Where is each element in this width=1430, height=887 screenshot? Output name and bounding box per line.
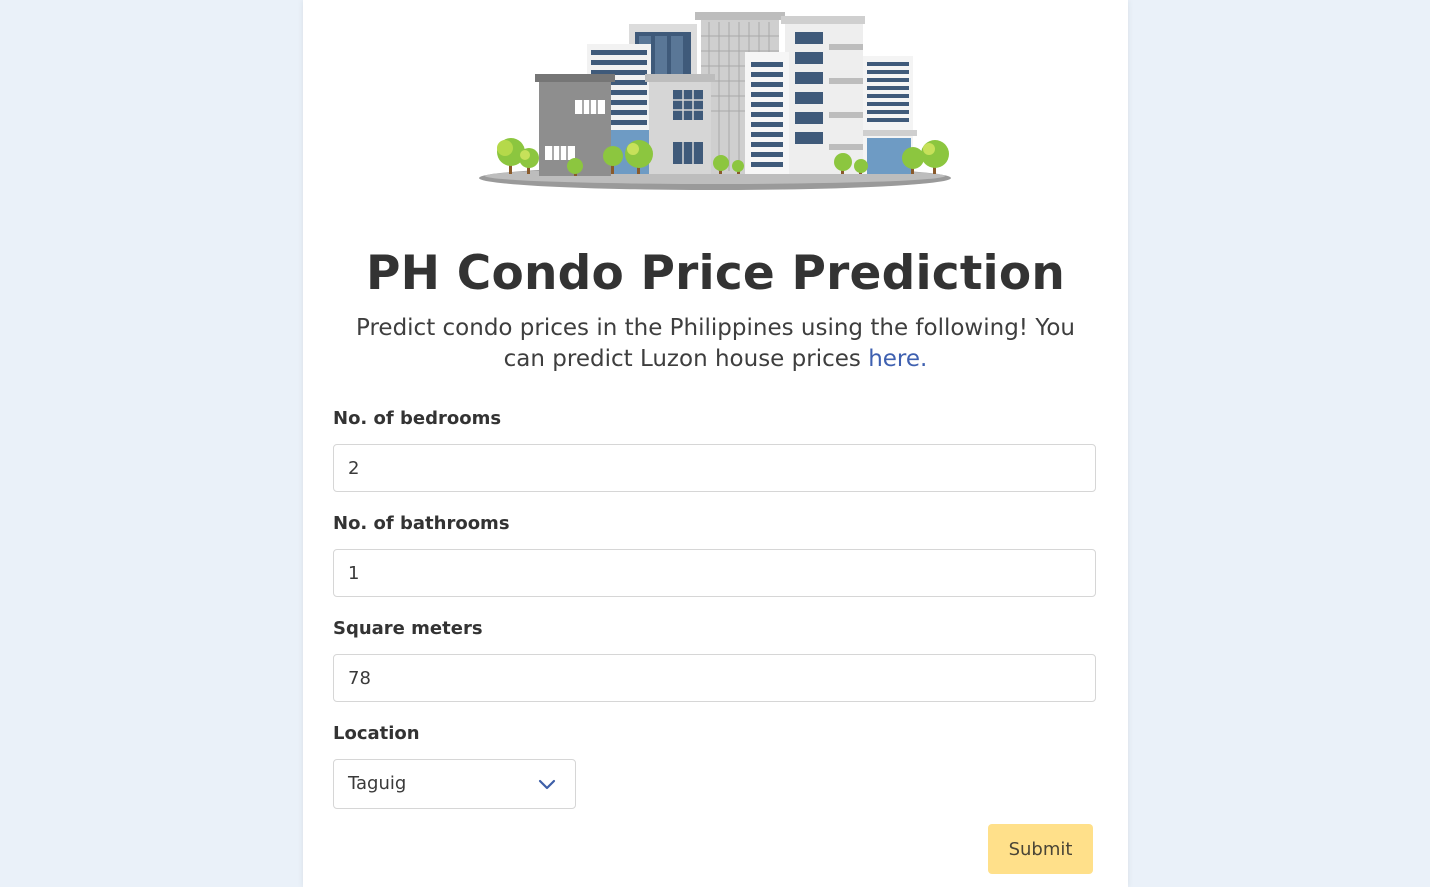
bedrooms-label: No. of bedrooms bbox=[333, 408, 502, 429]
bathrooms-label: No. of bathrooms bbox=[333, 513, 510, 534]
location-label: Location bbox=[333, 723, 420, 744]
form-card: PH Condo Price Prediction Predict condo … bbox=[303, 0, 1128, 887]
square-meters-input[interactable] bbox=[333, 654, 1096, 702]
condo-buildings-illustration bbox=[479, 12, 951, 190]
page-title: PH Condo Price Prediction bbox=[366, 246, 1065, 301]
location-selected-value: Taguig bbox=[348, 773, 407, 794]
submit-button[interactable]: Submit bbox=[988, 824, 1093, 874]
location-select[interactable]: Taguig bbox=[333, 759, 576, 809]
bedrooms-input[interactable] bbox=[333, 444, 1096, 492]
bathrooms-input[interactable] bbox=[333, 549, 1096, 597]
chevron-down-icon bbox=[538, 779, 556, 790]
luzon-house-prices-link[interactable]: here. bbox=[868, 346, 927, 372]
subtitle-text: Predict condo prices in the Philippines … bbox=[356, 315, 1075, 372]
page-subtitle: Predict condo prices in the Philippines … bbox=[333, 313, 1098, 375]
square-meters-label: Square meters bbox=[333, 618, 483, 639]
